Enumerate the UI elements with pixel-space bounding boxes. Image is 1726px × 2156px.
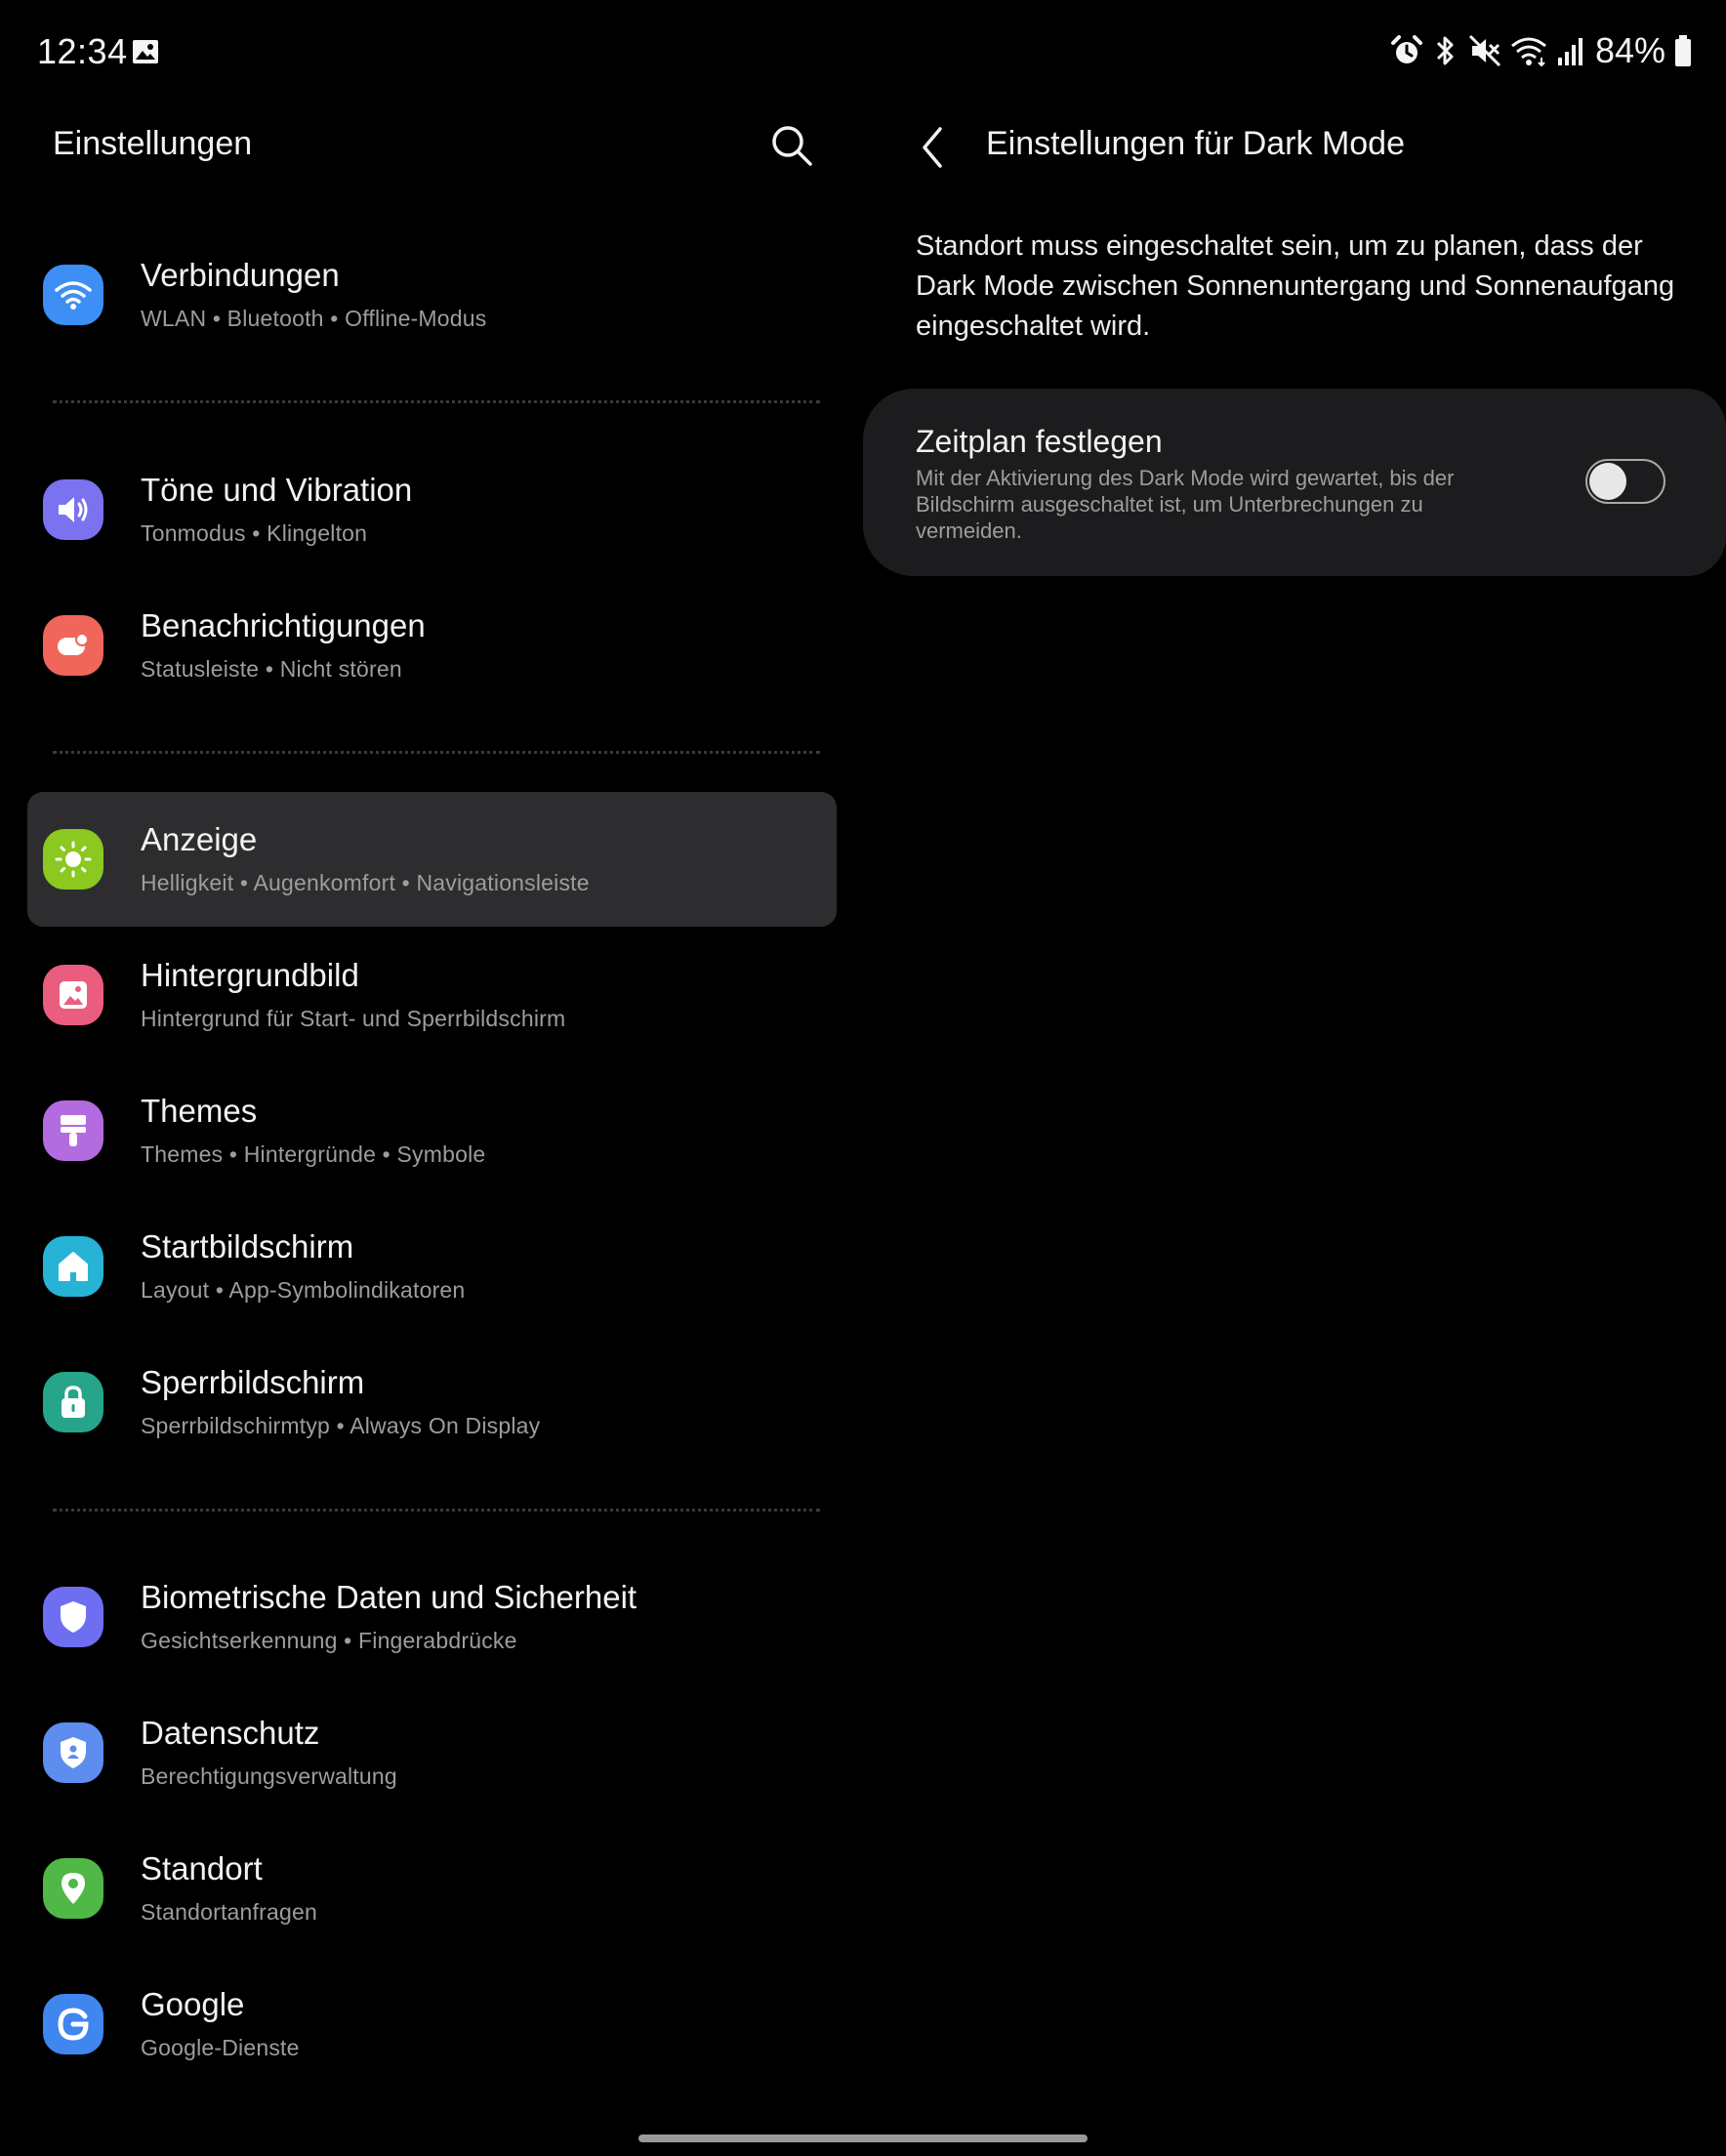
settings-item-title: Biometrische Daten und Sicherheit bbox=[141, 1579, 637, 1615]
speaker-icon bbox=[43, 479, 103, 540]
settings-item-biometrics-security[interactable]: Biometrische Daten und Sicherheit Gesich… bbox=[27, 1550, 837, 1684]
wallpaper-icon bbox=[43, 965, 103, 1025]
settings-item-title: Themes bbox=[141, 1093, 258, 1129]
settings-item-location[interactable]: Standort Standortanfragen bbox=[27, 1821, 837, 1956]
settings-item-title: Standort bbox=[141, 1850, 263, 1886]
settings-item-subtitle: Google-Dienste bbox=[141, 2035, 300, 2060]
settings-item-subtitle: Statusleiste • Nicht stören bbox=[141, 656, 402, 682]
settings-item-title: Anzeige bbox=[141, 821, 258, 857]
settings-item-sounds[interactable]: Töne und Vibration Tonmodus • Klingelton bbox=[27, 442, 837, 577]
settings-item-lock-screen[interactable]: Sperrbildschirm Sperrbildschirmtyp • Alw… bbox=[27, 1335, 837, 1470]
schedule-toggle[interactable] bbox=[1585, 459, 1665, 504]
settings-item-wallpaper[interactable]: Hintergrundbild Hintergrund für Start- u… bbox=[27, 928, 837, 1062]
settings-item-subtitle: Sperrbildschirmtyp • Always On Display bbox=[141, 1413, 541, 1438]
lock-icon bbox=[43, 1372, 103, 1432]
bluetooth-icon bbox=[1436, 36, 1454, 65]
settings-item-google[interactable]: Google Google-Dienste bbox=[27, 1957, 837, 2092]
page-title: Einstellungen bbox=[53, 125, 253, 162]
wifi-icon bbox=[43, 265, 103, 325]
notification-icon bbox=[43, 615, 103, 676]
settings-item-title: Töne und Vibration bbox=[141, 472, 413, 508]
brush-icon bbox=[43, 1100, 103, 1161]
schedule-setting-card[interactable]: Zeitplan festlegen Mit der Aktivierung d… bbox=[863, 389, 1726, 576]
sun-icon bbox=[43, 829, 103, 890]
settings-item-themes[interactable]: Themes Themes • Hintergründe • Symbole bbox=[27, 1063, 837, 1198]
status-bar: 12:34 84% bbox=[0, 0, 1726, 107]
settings-item-subtitle: Standortanfragen bbox=[141, 1899, 317, 1925]
settings-item-title: Hintergrundbild bbox=[141, 957, 359, 993]
divider bbox=[53, 751, 820, 754]
shield-icon bbox=[43, 1587, 103, 1647]
home-indicator[interactable] bbox=[638, 2135, 1088, 2142]
mute-icon bbox=[1468, 34, 1500, 67]
settings-item-privacy[interactable]: Datenschutz Berechtigungsverwaltung bbox=[27, 1685, 837, 1820]
settings-item-connections[interactable]: Verbindungen WLAN • Bluetooth • Offline-… bbox=[27, 228, 837, 362]
battery-percent: 84% bbox=[1594, 30, 1665, 70]
home-icon bbox=[43, 1236, 103, 1297]
settings-item-title: Verbindungen bbox=[141, 257, 340, 293]
search-icon[interactable] bbox=[769, 123, 814, 168]
google-icon bbox=[43, 1994, 103, 2054]
settings-item-title: Benachrichtigungen bbox=[141, 607, 426, 643]
settings-item-subtitle: WLAN • Bluetooth • Offline-Modus bbox=[141, 306, 487, 331]
dark-mode-description: Standort muss eingeschaltet sein, um zu … bbox=[916, 230, 1675, 342]
divider bbox=[53, 400, 820, 403]
settings-item-title: Google bbox=[141, 1986, 245, 2022]
settings-item-subtitle: Hintergrund für Start- und Sperrbildschi… bbox=[141, 1006, 566, 1031]
signal-icon bbox=[1557, 38, 1582, 65]
settings-item-subtitle: Layout • App-Symbolindikatoren bbox=[141, 1277, 466, 1303]
back-arrow-icon[interactable] bbox=[913, 121, 952, 174]
settings-item-title: Startbildschirm bbox=[141, 1228, 354, 1265]
settings-item-subtitle: Helligkeit • Augenkomfort • Navigationsl… bbox=[141, 870, 590, 895]
schedule-description: Mit der Aktivierung des Dark Mode wird g… bbox=[916, 466, 1455, 543]
battery-icon bbox=[1675, 35, 1691, 66]
settings-item-display[interactable]: Anzeige Helligkeit • Augenkomfort • Navi… bbox=[27, 792, 837, 927]
toggle-knob bbox=[1589, 463, 1626, 500]
detail-page-title: Einstellungen für Dark Mode bbox=[986, 125, 1406, 162]
wifi-icon bbox=[1510, 37, 1546, 67]
settings-item-title: Sperrbildschirm bbox=[141, 1364, 365, 1400]
privacy-shield-icon bbox=[43, 1722, 103, 1783]
alarm-icon bbox=[1390, 35, 1422, 63]
settings-item-notifications[interactable]: Benachrichtigungen Statusleiste • Nicht … bbox=[27, 578, 837, 713]
divider bbox=[53, 1509, 820, 1512]
settings-item-subtitle: Themes • Hintergründe • Symbole bbox=[141, 1141, 486, 1167]
schedule-title: Zeitplan festlegen bbox=[916, 424, 1163, 459]
gallery-icon bbox=[133, 40, 158, 63]
location-pin-icon bbox=[43, 1858, 103, 1919]
settings-item-home-screen[interactable]: Startbildschirm Layout • App-Symbolindik… bbox=[27, 1199, 837, 1334]
status-time: 12:34 bbox=[37, 31, 128, 71]
settings-item-subtitle: Gesichtserkennung • Fingerabdrücke bbox=[141, 1628, 517, 1653]
settings-item-title: Datenschutz bbox=[141, 1715, 320, 1751]
settings-item-subtitle: Berechtigungsverwaltung bbox=[141, 1763, 397, 1789]
settings-item-subtitle: Tonmodus • Klingelton bbox=[141, 520, 368, 546]
